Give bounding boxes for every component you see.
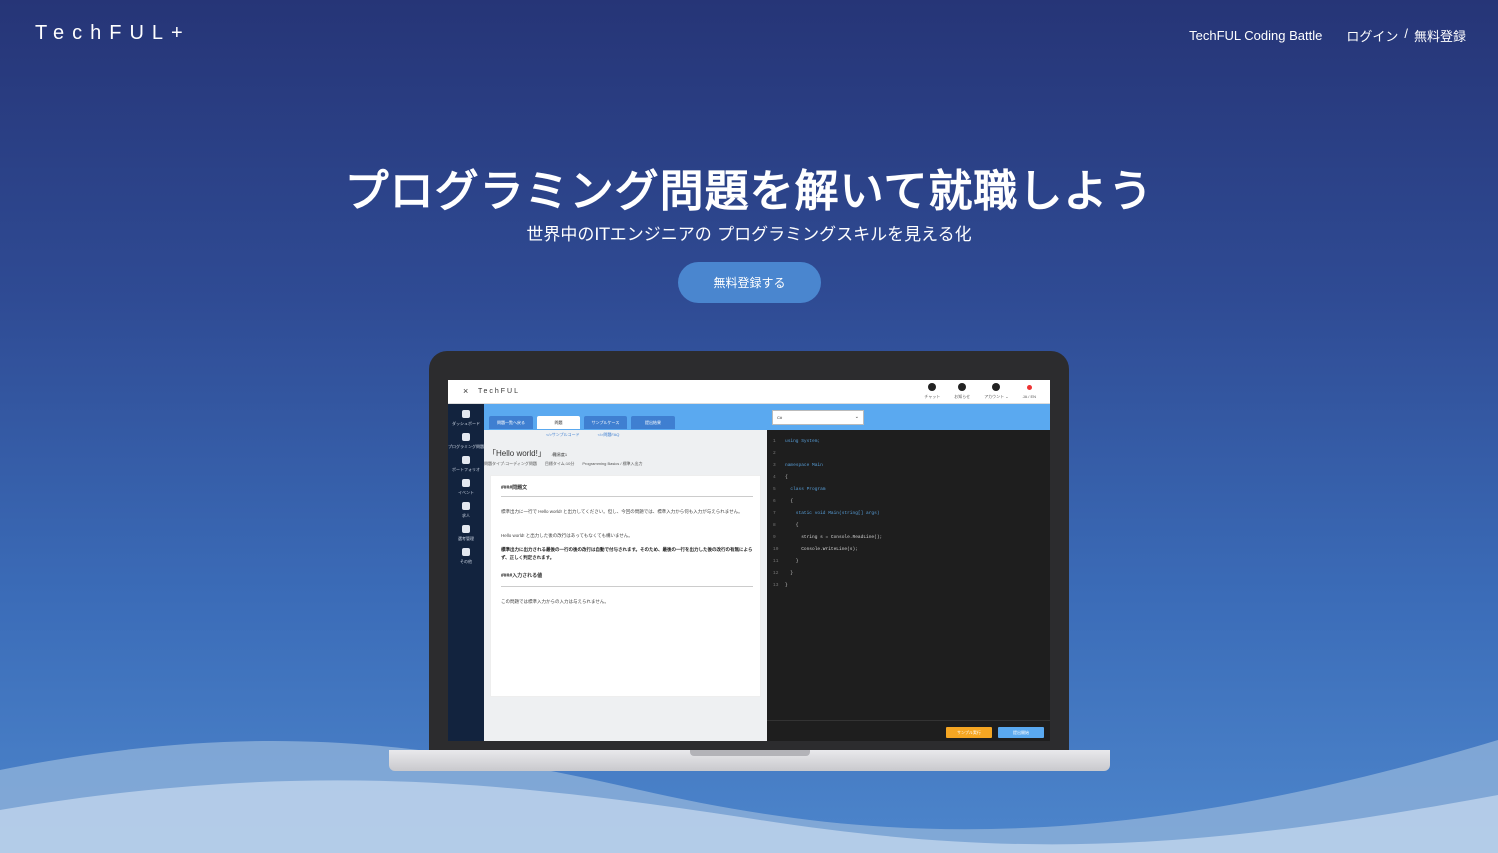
line-number: 4 [773, 475, 776, 480]
bell-icon[interactable]: お知らせ [954, 383, 970, 400]
language-dot-icon[interactable]: JA / EN [1023, 383, 1036, 400]
problem-type: 問題タイプ:コーディング問題 [484, 461, 537, 466]
difficulty-label: /難易度1 [551, 452, 568, 457]
app-screenshot: × TechFUL チャット お知らせ アカウント ⌄ JA / EN ダッシュ… [448, 380, 1050, 741]
divider [501, 586, 753, 587]
portfolio-icon [462, 456, 470, 464]
dashboard-icon [462, 410, 470, 418]
code-line: class Program [785, 487, 826, 492]
line-number: 9 [773, 535, 776, 540]
code-line: using System; [785, 439, 821, 444]
target-time: 目標タイム:10分 [544, 461, 575, 466]
problem-category: Programming Basics / 標準入出力 [582, 461, 643, 466]
code-line: namespace Main [785, 463, 823, 468]
line-number: 7 [773, 511, 776, 516]
tab-back-to-list[interactable]: 問題一覧へ戻る [489, 416, 533, 429]
job-icon [462, 502, 470, 510]
submit-button[interactable]: 提出開始 [998, 727, 1044, 738]
code-line: { [785, 523, 799, 528]
code-line: } [785, 571, 794, 576]
code-line: { [785, 475, 788, 480]
code-line: } [785, 559, 799, 564]
logo-plus-icon: + [171, 22, 191, 44]
register-link[interactable]: 無料登録 [1414, 26, 1466, 45]
top-navigation: TechFUL+ TechFUL Coding Battle ログイン / 無料… [0, 0, 1498, 70]
tab-results[interactable]: 提出結果 [631, 416, 675, 429]
line-number: 12 [773, 571, 779, 576]
line-number: 13 [773, 583, 779, 588]
register-cta-button[interactable]: 無料登録する [678, 262, 821, 303]
programming-problems-icon [462, 433, 470, 441]
account-icon[interactable]: アカウント ⌄ [984, 383, 1009, 400]
language-select[interactable]: C# ⌄ [772, 410, 864, 425]
chat-icon[interactable]: チャット [924, 383, 940, 400]
line-number: 2 [773, 451, 776, 456]
code-line: Console.WriteLine(s); [785, 547, 858, 552]
app-header-icons: チャット お知らせ アカウント ⌄ JA / EN [924, 383, 1036, 400]
login-link[interactable]: ログイン [1346, 26, 1398, 45]
sidebar-item-event[interactable]: イベント [448, 479, 484, 496]
sidebar-item-other[interactable]: その他 [448, 548, 484, 565]
statement-paragraph-3: 標準出力に出力される最後の一行の後の改行は自動で付与されます。そのため、最後の一… [501, 547, 753, 560]
input-heading: ####入力される値 [501, 573, 543, 579]
editor-footer: サンプル実行 提出開始 [767, 720, 1050, 741]
line-number: 11 [773, 559, 779, 564]
event-icon [462, 479, 470, 487]
divider [501, 496, 753, 497]
close-icon[interactable]: × [463, 386, 468, 396]
hero-title: プログラミング問題を解いて就職しよう [344, 166, 1154, 217]
coding-battle-link[interactable]: TechFUL Coding Battle [1189, 28, 1322, 43]
problem-faq-link[interactable]: </>問題FAQ [598, 432, 620, 438]
sidebar-item-jobs[interactable]: 求人 [448, 502, 484, 519]
code-content[interactable]: using System; namespace Main { class Progr… [785, 436, 1045, 592]
app-header: × TechFUL チャット お知らせ アカウント ⌄ JA / EN [448, 380, 1050, 404]
statement-paragraph-1: 標準出力に一行で Hello world! と出力してください。但し、今回の問題… [501, 509, 743, 514]
info-icon [462, 548, 470, 556]
line-number: 8 [773, 523, 776, 528]
code-line: } [785, 583, 788, 588]
app-sidebar: ダッシュボード プログラミング問題 ポートフォリオ イベント 求人 選考管理 そ… [448, 404, 484, 741]
nav-separator: / [1404, 26, 1408, 41]
line-number: 1 [773, 439, 776, 444]
line-number: 6 [773, 499, 776, 504]
line-number: 3 [773, 463, 776, 468]
sidebar-item-problems[interactable]: プログラミング問題 [448, 433, 484, 450]
problem-statement-card: ####問題文 標準出力に一行で Hello world! と出力してください。… [490, 475, 761, 697]
problem-title: 「Hello world!」/難易度1 [488, 449, 568, 458]
tab-problem[interactable]: 問題 [537, 416, 580, 429]
code-line: string s = Console.ReadLine(); [785, 535, 883, 540]
chevron-down-icon: ⌄ [854, 414, 859, 420]
line-number: 5 [773, 487, 776, 492]
tab-sample-case[interactable]: サンプルケース [584, 416, 627, 429]
techful-logo[interactable]: TechFUL+ [35, 22, 191, 45]
sidebar-item-applications[interactable]: 選考管理 [448, 525, 484, 542]
sidebar-item-portfolio[interactable]: ポートフォリオ [448, 456, 484, 473]
laptop-notch [690, 750, 810, 756]
application-icon [462, 525, 470, 533]
statement-heading: ####問題文 [501, 485, 528, 491]
statement-paragraph-2: Hello world! と出力した後の改行はあってもなくても構いません。 [501, 533, 633, 538]
code-line: static void Main(string[] args) [785, 511, 880, 516]
problem-sublinks: </>サンプルコード </>問題FAQ [546, 432, 619, 438]
sample-run-button[interactable]: サンプル実行 [946, 727, 992, 738]
line-number: 10 [773, 547, 779, 552]
sample-code-link[interactable]: </>サンプルコード [546, 432, 580, 438]
app-brand: TechFUL [478, 388, 521, 395]
problem-meta: 問題タイプ:コーディング問題 目標タイム:10分 Programming Bas… [484, 461, 643, 467]
sidebar-item-dashboard[interactable]: ダッシュボード [448, 410, 484, 427]
line-numbers: 1 2 3 4 5 6 7 8 9 10 11 12 13 [767, 430, 779, 720]
code-editor[interactable]: 1 2 3 4 5 6 7 8 9 10 11 12 13 using System; namespace… [767, 430, 1050, 720]
auth-links: ログイン / 無料登録 [1346, 26, 1466, 45]
code-line: { [785, 499, 794, 504]
header-nav: TechFUL Coding Battle ログイン / 無料登録 [1189, 26, 1466, 45]
input-paragraph: この問題では標準入力からの入力は与えられません。 [501, 599, 609, 604]
hero-subtitle: 世界中のITエンジニアの プログラミングスキルを見える化 [526, 225, 972, 245]
